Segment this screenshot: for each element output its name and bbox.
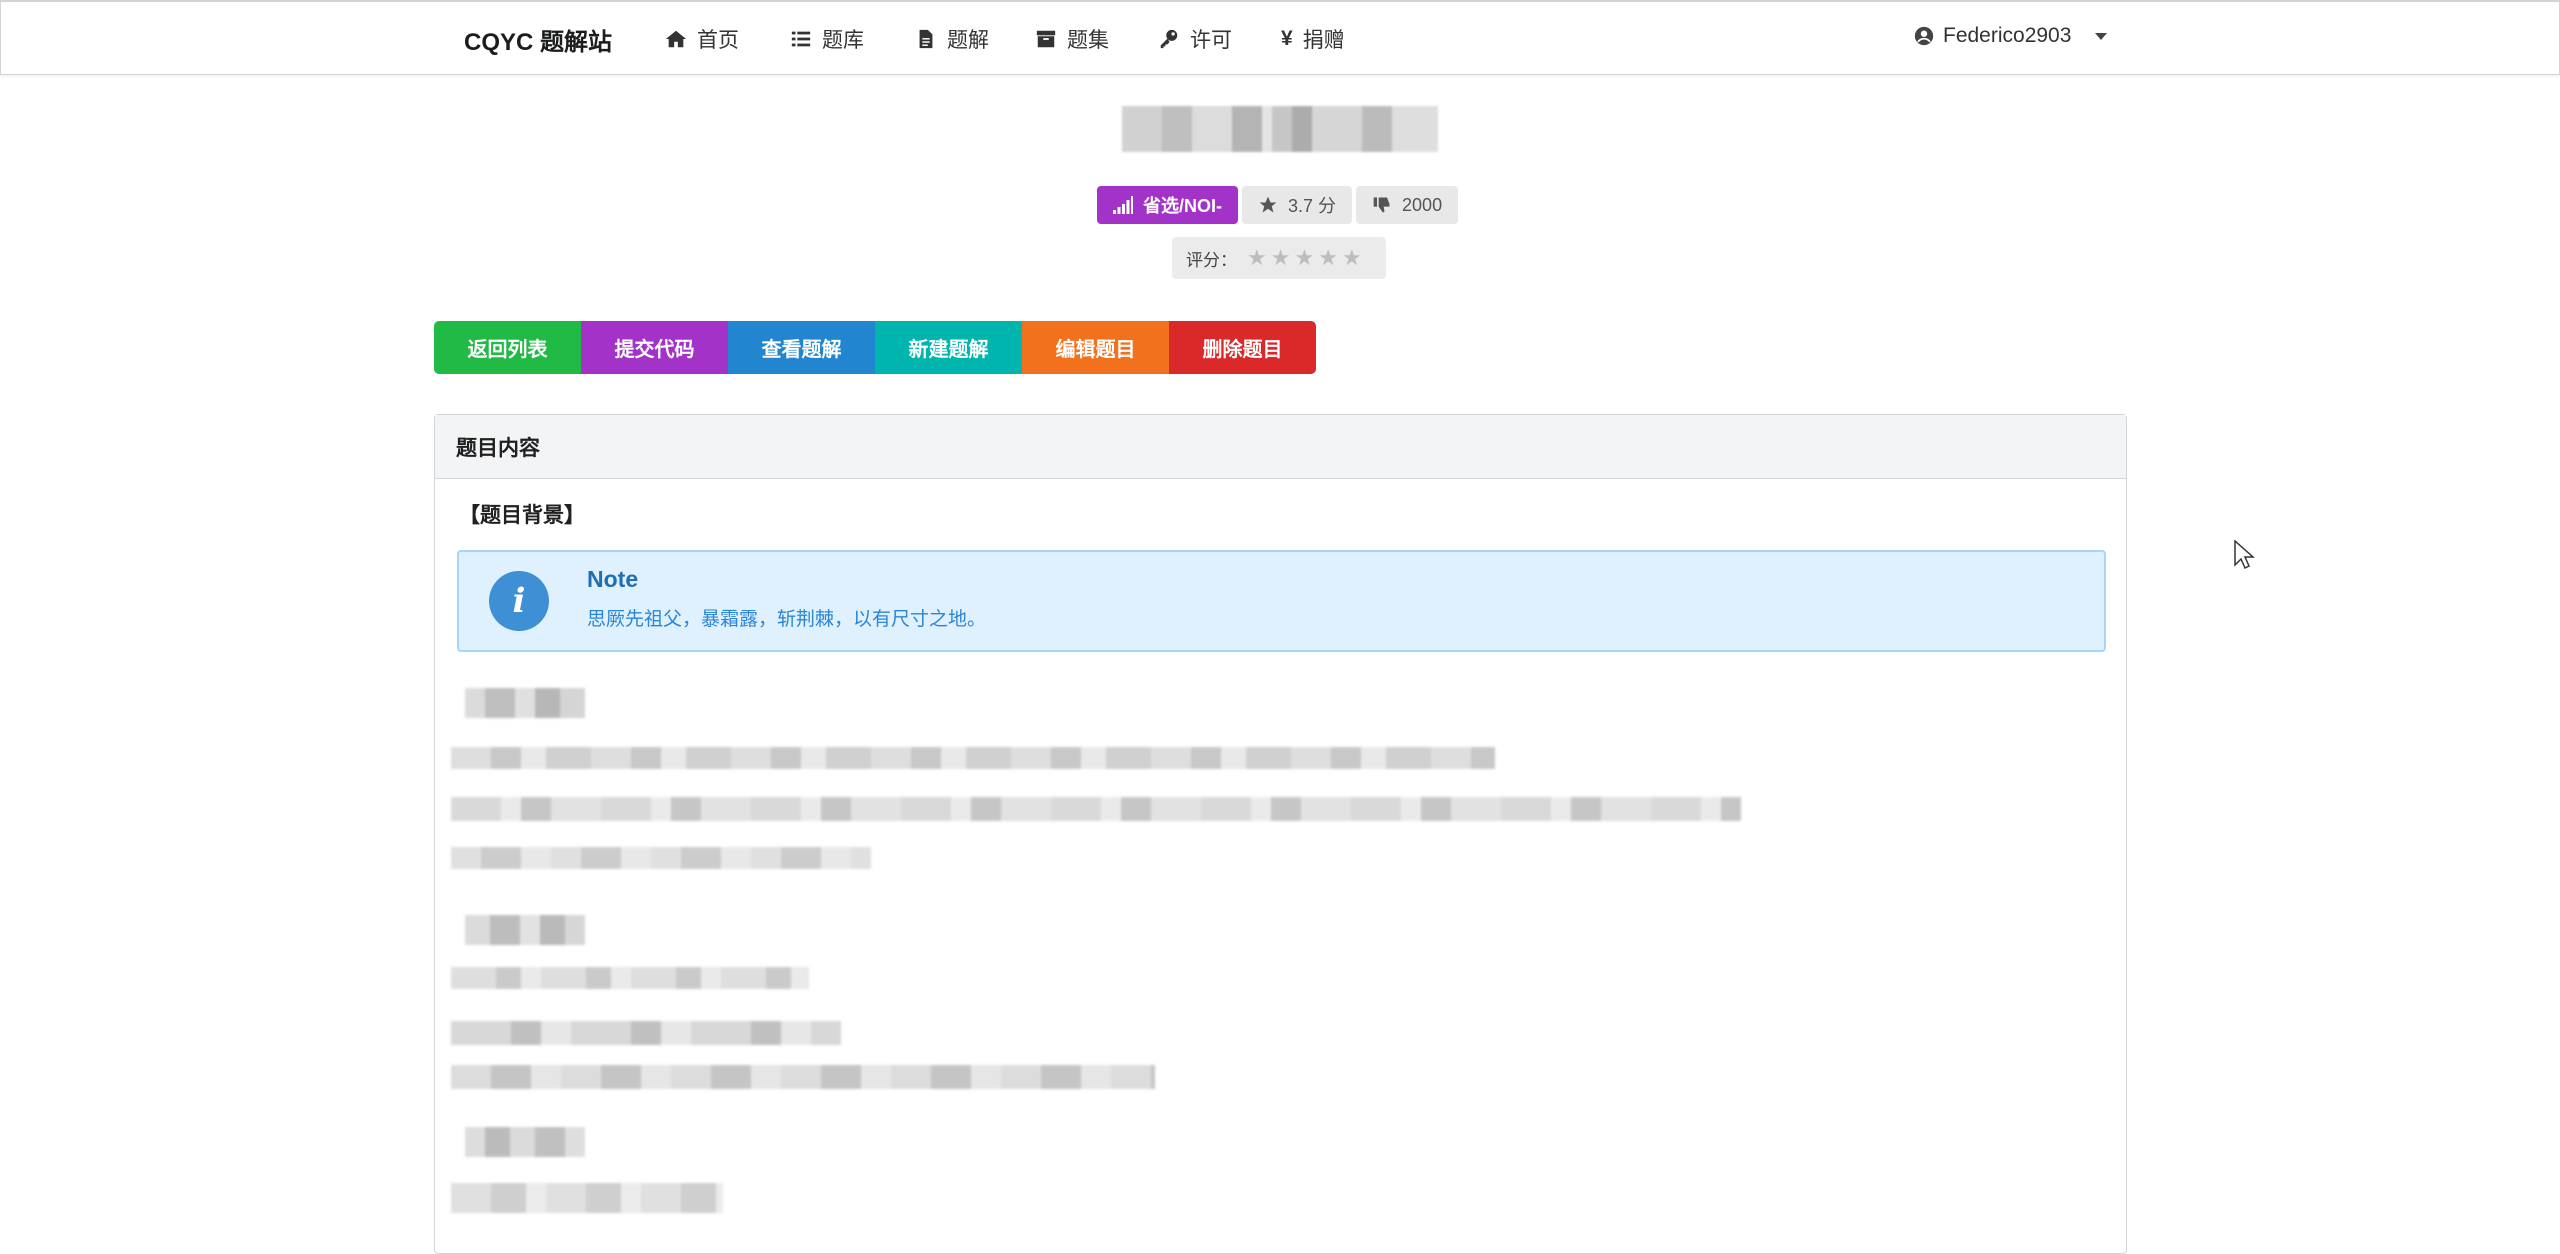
list-icon [791, 31, 811, 47]
action-button-3[interactable]: 查看题解 [728, 321, 875, 374]
nav-item-solutions[interactable]: 题解 [915, 24, 989, 54]
chevron-down-icon [2095, 32, 2108, 40]
dislike-count: 2000 [1402, 194, 1443, 215]
redacted-line [451, 1065, 1155, 1089]
rating-star-icon[interactable]: ★ [1247, 247, 1267, 269]
redacted-heading [465, 915, 585, 945]
note-box: i Note 思厥先祖父，暴霜露，斩荆棘，以有尺寸之地。 [457, 550, 2106, 652]
rating-label: 评分： [1186, 250, 1237, 270]
signal-icon [1113, 196, 1133, 214]
score-value: 3.7 分 [1288, 196, 1337, 216]
redacted-line [451, 1183, 723, 1213]
nav-label: 题库 [822, 29, 864, 52]
nav-item-home[interactable]: 首页 [665, 24, 739, 54]
problem-title-redacted [1122, 106, 1438, 152]
home-icon [665, 30, 687, 48]
difficulty-label: 省选/NOI- [1143, 196, 1222, 216]
info-icon: i [489, 571, 549, 631]
note-text: 思厥先祖父，暴霜露，斩荆棘，以有尺寸之地。 [587, 609, 987, 630]
rating-star-icon[interactable]: ★ [1294, 247, 1314, 269]
redacted-heading [465, 688, 585, 718]
problem-content-panel: 题目内容 【题目背景】 i Note 思厥先祖父，暴霜露，斩荆棘，以有尺寸之地。 [434, 414, 2127, 1254]
username: Federico2903 [1943, 24, 2072, 47]
user-circle-icon [1914, 26, 1934, 46]
redacted-line [451, 797, 1741, 821]
archive-icon [1036, 30, 1056, 48]
nav-label: 捐赠 [1302, 29, 1345, 52]
nav-item-problemsets[interactable]: 题集 [1035, 24, 1109, 54]
thumbs-down-icon [1373, 197, 1390, 213]
redacted-line [451, 747, 1495, 769]
action-button-1[interactable]: 返回列表 [434, 321, 581, 374]
action-button-6[interactable]: 删除题目 [1169, 321, 1316, 374]
dislike-badge[interactable]: 2000 [1356, 186, 1459, 224]
difficulty-badge: 省选/NOI- [1097, 186, 1238, 224]
nav-label: 题解 [947, 29, 989, 52]
rating-star-icon[interactable]: ★ [1271, 247, 1291, 269]
nav-label: 许可 [1190, 29, 1232, 52]
background-heading: 【题目背景】 [459, 504, 585, 527]
rating-star-icon[interactable]: ★ [1342, 247, 1362, 269]
redacted-line [451, 1021, 841, 1045]
nav-label: 题集 [1067, 29, 1109, 52]
site-brand[interactable]: CQYC 题解站 [464, 22, 612, 57]
problem-badges: 省选/NOI- 3.7 分 2000 [1097, 186, 1459, 224]
nav-item-donate[interactable]: ¥ 捐赠 [1281, 24, 1345, 54]
top-navbar: CQYC 题解站 首页 题库 题解 题集 许可 ¥ 捐赠 Federico290… [0, 0, 2560, 75]
nav-label: 首页 [697, 29, 739, 52]
redacted-line [451, 967, 809, 989]
action-button-2[interactable]: 提交代码 [581, 321, 728, 374]
star-icon [1259, 196, 1277, 213]
panel-title: 题目内容 [435, 415, 2126, 479]
action-button-4[interactable]: 新建题解 [875, 321, 1022, 374]
action-button-group: 返回列表 提交代码 查看题解 新建题解 编辑题目 删除题目 [434, 321, 1316, 374]
rating-widget: 评分： ★ ★ ★ ★ ★ [1172, 237, 1386, 279]
user-menu[interactable]: Federico2903 [1913, 24, 2108, 48]
file-icon [919, 29, 933, 49]
mouse-cursor-icon [2234, 540, 2255, 570]
redacted-heading [465, 1127, 585, 1157]
rating-stars: ★ ★ ★ ★ ★ [1247, 247, 1362, 269]
nav-item-license[interactable]: 许可 [1158, 24, 1232, 54]
key-icon [1160, 29, 1178, 49]
redacted-line [451, 847, 871, 869]
note-title: Note [587, 566, 639, 592]
score-badge: 3.7 分 [1242, 186, 1353, 224]
yen-icon: ¥ [1281, 27, 1293, 50]
nav-item-problems[interactable]: 题库 [790, 24, 864, 54]
rating-star-icon[interactable]: ★ [1318, 247, 1338, 269]
action-button-5[interactable]: 编辑题目 [1022, 321, 1169, 374]
